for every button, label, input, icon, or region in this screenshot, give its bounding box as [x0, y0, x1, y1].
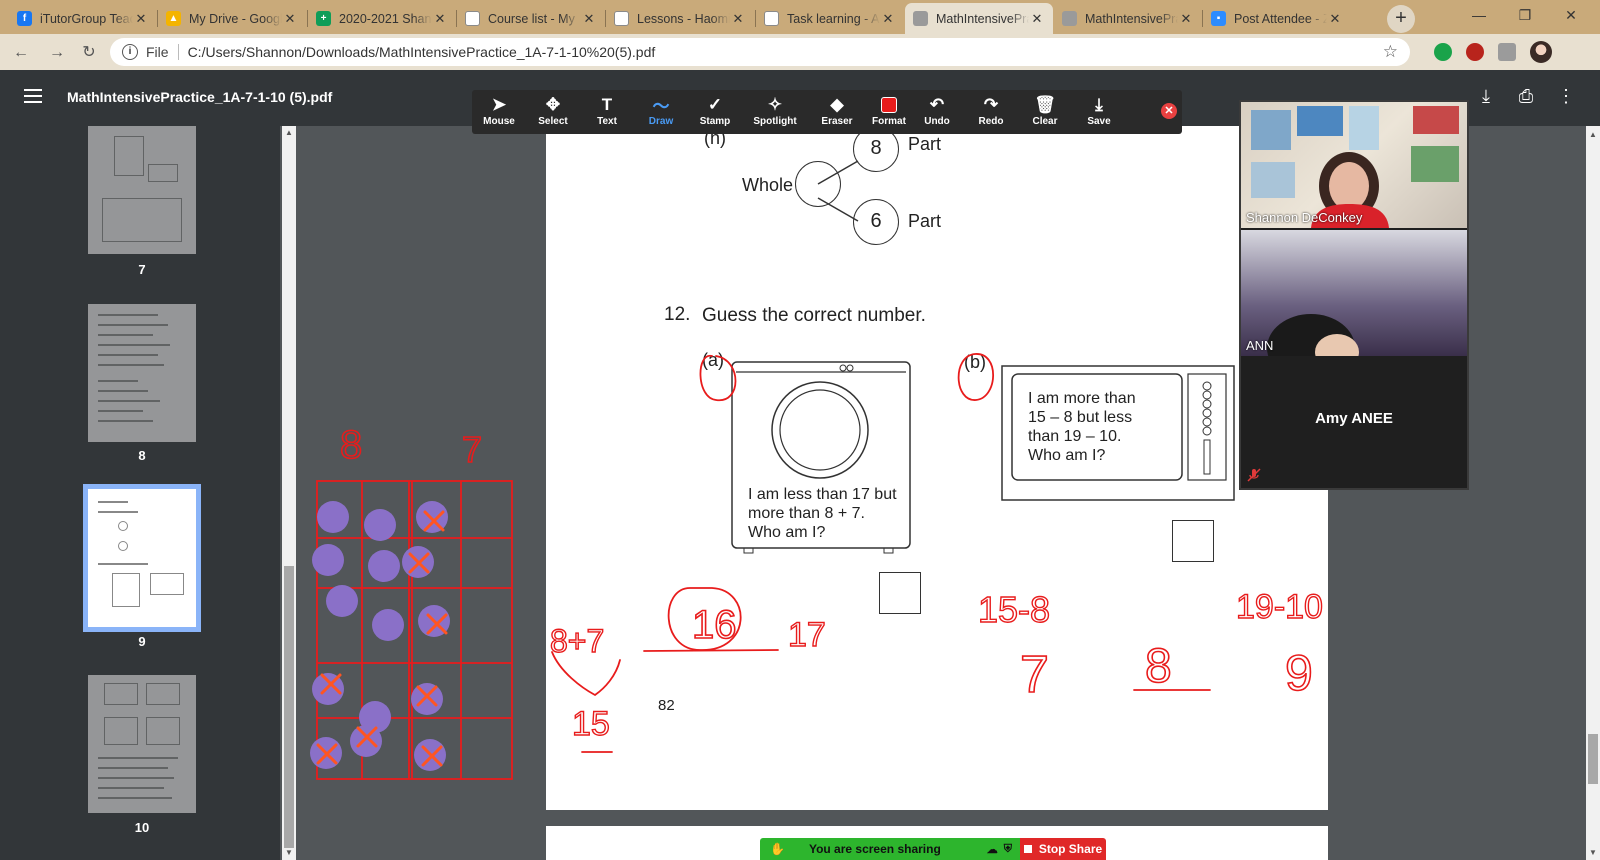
color-swatch-icon: [862, 93, 916, 116]
counter-dot: [372, 609, 404, 641]
mouse-pointer-icon: ➤: [491, 94, 507, 114]
stop-square-icon: [1023, 845, 1032, 853]
share-handle-icon[interactable]: ✋: [770, 842, 785, 856]
tool-label: Draw: [648, 116, 674, 127]
ink-grid-header: 7: [462, 429, 482, 470]
ink-note: 15-8: [978, 589, 1050, 630]
ink-note: 19-10: [1236, 588, 1323, 626]
text-icon: T: [601, 94, 613, 114]
counter-dot: [411, 683, 443, 715]
ink-note: 9: [1285, 645, 1313, 701]
ink-note: 16: [692, 603, 737, 647]
tool-label: Undo: [924, 116, 950, 127]
tool-label: Select: [538, 116, 568, 127]
shield-icon: ⛨: [1003, 842, 1012, 855]
counter-dot: [364, 509, 396, 541]
muted-microphone-icon: [1247, 468, 1261, 482]
annotate-tool-format[interactable]: Format: [862, 93, 916, 131]
annotate-tool-text[interactable]: T Text: [580, 93, 634, 131]
video-tile-amy[interactable]: Amy ANEE: [1241, 358, 1467, 488]
spotlight-wand-icon: ✧: [767, 94, 783, 114]
move-arrows-icon: ✥: [545, 94, 561, 114]
ink-note: 8: [1145, 640, 1172, 693]
annotate-tool-stamp[interactable]: ✓ Stamp: [688, 93, 742, 131]
counter-dot: [368, 550, 400, 582]
counter-dots: [310, 501, 450, 771]
redo-icon: ↷: [983, 94, 999, 114]
draw-squiggle-icon: 〜: [652, 97, 670, 116]
annotate-tool-undo[interactable]: ↶ Undo: [910, 93, 964, 131]
close-annotation-icon[interactable]: ✕: [1161, 103, 1177, 119]
scroll-down-arrow-icon[interactable]: ▼: [1586, 848, 1600, 857]
tool-label: Redo: [978, 116, 1004, 127]
tool-label: Spotlight: [753, 116, 797, 127]
tool-label: Clear: [1032, 116, 1058, 127]
video-tile-ann[interactable]: ANN: [1241, 230, 1467, 356]
annotate-tool-select[interactable]: ✥ Select: [526, 93, 580, 131]
counter-dot: [317, 501, 349, 533]
annotate-tool-eraser[interactable]: ◆ Eraser: [810, 93, 864, 131]
participant-name: Shannon DeConkey: [1246, 210, 1363, 225]
video-tile-shannon[interactable]: Shannon DeConkey: [1241, 102, 1467, 228]
counter-dot: [312, 544, 344, 576]
cloud-icon: ☁: [986, 843, 998, 856]
participant-name: ANN: [1246, 338, 1274, 353]
page-scrollbar[interactable]: ▲ ▼: [1586, 126, 1600, 860]
undo-icon: ↶: [929, 94, 945, 114]
ann-video-feed: [1267, 314, 1359, 356]
tool-label: Stamp: [699, 116, 731, 127]
ink-note: 15: [572, 705, 610, 743]
counter-dot: [350, 725, 382, 757]
screen-share-status: You are screen sharing: [808, 842, 941, 856]
stop-share-button[interactable]: Stop Share: [1020, 838, 1106, 860]
ink-circle-a: [699, 355, 737, 401]
counter-dot: [326, 585, 358, 617]
participant-name: Amy ANEE: [1315, 410, 1393, 427]
scroll-up-arrow-icon[interactable]: ▲: [1586, 130, 1600, 139]
annotate-tool-draw[interactable]: 〜 Draw: [634, 93, 688, 131]
annotate-tool-spotlight[interactable]: ✧ Spotlight: [748, 93, 802, 131]
tool-label: Mouse: [483, 116, 515, 127]
tool-label: Save: [1087, 116, 1111, 127]
stop-share-label: Stop Share: [1038, 842, 1103, 856]
annotate-tool-mouse[interactable]: ➤ Mouse: [472, 93, 526, 131]
video-panel: Shannon DeConkey ANN Amy ANEE: [1239, 100, 1469, 490]
trash-icon: 🗑: [1034, 94, 1056, 114]
tool-label: Eraser: [821, 116, 853, 127]
annotation-toolbar: ➤ Mouse ✥ Select T Text 〜 Draw ✓ Stamp ✧ Spotlight ◆…: [472, 90, 1182, 134]
save-download-icon: ⤓: [1095, 94, 1103, 114]
annotate-tool-redo[interactable]: ↷ Redo: [964, 93, 1018, 131]
eraser-icon: ◆: [830, 94, 844, 114]
ink-note: 7: [1020, 646, 1049, 704]
screen-share-status-bar[interactable]: ✋ You are screen sharing ☁ ⛨: [760, 838, 1020, 860]
ink-grid-header: 8: [340, 423, 362, 467]
page-scroll-thumb[interactable]: [1588, 734, 1598, 784]
ink-circle-b: [957, 353, 995, 401]
annotate-tool-clear[interactable]: 🗑 Clear: [1018, 93, 1072, 131]
ink-note: 8+7: [550, 623, 604, 659]
ink-note: 17: [788, 616, 826, 654]
tool-label: Text: [597, 116, 617, 127]
checkmark-icon: ✓: [707, 94, 723, 114]
tool-label: Format: [872, 116, 906, 127]
annotate-tool-save[interactable]: ⤓ Save: [1072, 93, 1126, 131]
